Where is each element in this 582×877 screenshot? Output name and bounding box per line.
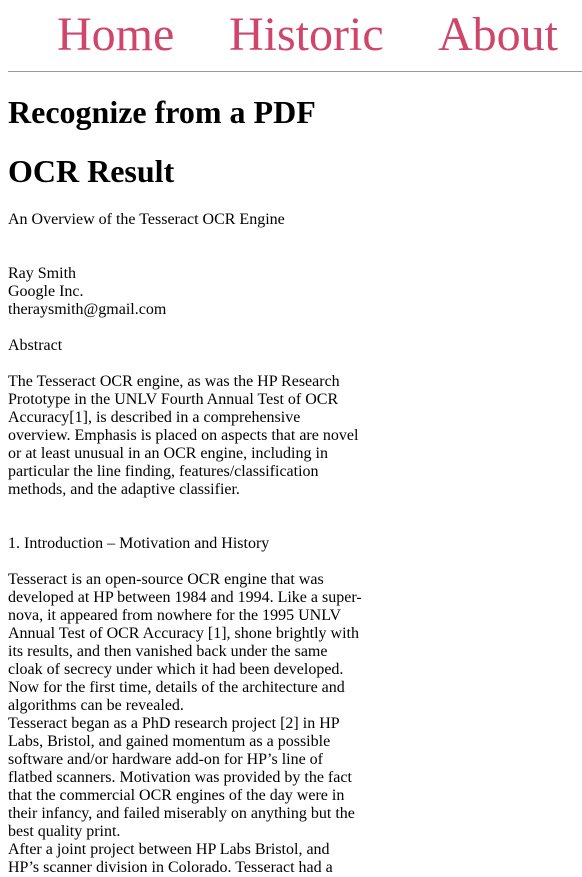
page-heading: Recognize from a PDF	[8, 94, 316, 130]
nav-divider	[8, 71, 582, 72]
author-affiliation: Google Inc.	[8, 283, 84, 300]
author-block: Ray Smith Google Inc. theraysmith@gmail.…	[8, 265, 368, 319]
text-line: Tesseract is an open-source OCR engine t…	[8, 571, 324, 588]
author-email: theraysmith@gmail.com	[8, 301, 167, 318]
section-heading-block: 1. Introduction – Motivation and History	[8, 535, 368, 553]
text-line: The Tesseract OCR engine, as was the HP …	[8, 373, 340, 390]
ocr-title: An Overview of the Tesseract OCR Engine	[8, 211, 368, 229]
text-line: cloak of secrecy under which it had been…	[8, 661, 344, 678]
ocr-title-text: An Overview of the Tesseract OCR Engine	[8, 211, 285, 228]
text-line: that the commercial OCR engines of the d…	[8, 787, 345, 804]
text-line: algorithms can be revealed.	[8, 697, 184, 714]
section-heading: 1. Introduction – Motivation and History	[8, 535, 270, 552]
nav-link-historic[interactable]: Historic	[229, 7, 384, 63]
text-line: best quality print.	[8, 823, 121, 840]
nav-link-home[interactable]: Home	[57, 7, 174, 63]
text-line: HP’s scanner division in Colorado. Tesse…	[8, 859, 333, 876]
text-line: Prototype in the UNLV Fourth Annual Test…	[8, 391, 339, 408]
text-line: Tesseract began as a PhD research projec…	[8, 715, 340, 732]
body-paragraph: Tesseract is an open-source OCR engine t…	[8, 571, 368, 877]
text-line: After a joint project between HP Labs Br…	[8, 841, 330, 858]
text-line: Accuracy[1], is described in a comprehen…	[8, 409, 301, 426]
text-line: flatbed scanners. Motivation was provide…	[8, 769, 352, 786]
text-line: nova, it appeared from nowhere for the 1…	[8, 607, 342, 624]
text-line: developed at HP between 1984 and 1994. L…	[8, 589, 362, 606]
text-line: overview. Emphasis is placed on aspects …	[8, 427, 359, 444]
top-nav: Home Historic About	[0, 0, 582, 73]
text-line: Now for the first time, details of the a…	[8, 679, 345, 696]
abstract-heading-block: Abstract	[8, 337, 368, 355]
text-line: methods, and the adaptive classifier.	[8, 481, 240, 498]
text-line: or at least unusual in an OCR engine, in…	[8, 445, 328, 462]
abstract-heading: Abstract	[8, 337, 63, 354]
text-line: software and/or hardware add-on for HP’s…	[8, 751, 324, 768]
author-name: Ray Smith	[8, 265, 77, 282]
text-line: its results, and then vanished back unde…	[8, 643, 328, 660]
text-line: Annual Test of OCR Accuracy [1], shone b…	[8, 625, 359, 642]
text-line: their infancy, and failed miserably on a…	[8, 805, 355, 822]
text-line: particular the line finding, features/cl…	[8, 463, 319, 480]
nav-link-about[interactable]: About	[438, 7, 558, 63]
result-heading: OCR Result	[8, 153, 175, 189]
text-line: Labs, Bristol, and gained momentum as a …	[8, 733, 331, 750]
abstract-paragraph: The Tesseract OCR engine, as was the HP …	[8, 373, 368, 499]
